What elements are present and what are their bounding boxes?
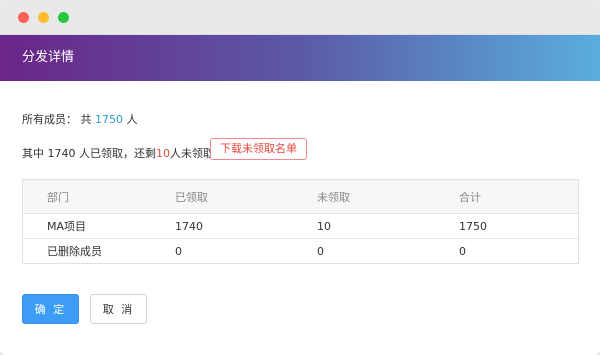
column-header-claimed: 已领取 bbox=[175, 190, 208, 204]
members-suffix: 人 bbox=[126, 113, 138, 126]
table-cell-department: 已删除成员 bbox=[47, 245, 102, 258]
table-cell-unclaimed: 0 bbox=[317, 244, 324, 258]
members-total: 1750 bbox=[95, 113, 123, 126]
claim-summary: 其中 1740 人已领取，还剩10人未领取 bbox=[22, 145, 214, 161]
table-cell-total: 0 bbox=[459, 244, 466, 258]
column-header-total: 合计 bbox=[459, 190, 481, 204]
table-cell-unclaimed: 10 bbox=[317, 219, 331, 233]
confirm-button[interactable]: 确 定 bbox=[22, 294, 79, 324]
table-header-row: 部门 已领取 未领取 合计 bbox=[23, 180, 578, 213]
table-cell-total: 1750 bbox=[459, 219, 487, 233]
table-row: MA项目 1740 10 1750 bbox=[23, 213, 578, 238]
remaining-count: 10 bbox=[156, 147, 170, 160]
app-window: 分发详情 所有成员： 共 1750 人 其中 1740 人已领取，还剩10人未领… bbox=[0, 0, 600, 355]
download-unclaimed-list-button[interactable]: 下载未领取名单 bbox=[210, 138, 307, 160]
window-titlebar bbox=[0, 0, 600, 35]
claimed-prefix: 其中 1740 人已领取，还剩 bbox=[22, 147, 156, 160]
members-prefix: 所有成员： 共 bbox=[22, 113, 92, 126]
table-row: 已删除成员 0 0 0 bbox=[23, 238, 578, 263]
table-cell-department: MA项目 bbox=[47, 220, 87, 233]
column-header-unclaimed: 未领取 bbox=[317, 190, 350, 204]
remaining-suffix: 人未领取 bbox=[170, 147, 214, 160]
page-header: 分发详情 bbox=[0, 35, 600, 81]
minimize-window-button[interactable] bbox=[38, 12, 49, 23]
cancel-button[interactable]: 取 消 bbox=[90, 294, 147, 324]
close-window-button[interactable] bbox=[18, 12, 29, 23]
page-title: 分发详情 bbox=[22, 50, 75, 65]
distribution-table: 部门 已领取 未领取 合计 MA项目 1740 10 1750 已删除成员 0 … bbox=[22, 179, 579, 264]
members-summary: 所有成员： 共 1750 人 bbox=[22, 111, 138, 127]
column-header-department: 部门 bbox=[47, 190, 69, 204]
table-cell-claimed: 0 bbox=[175, 244, 182, 258]
maximize-window-button[interactable] bbox=[58, 12, 69, 23]
table-cell-claimed: 1740 bbox=[175, 219, 203, 233]
